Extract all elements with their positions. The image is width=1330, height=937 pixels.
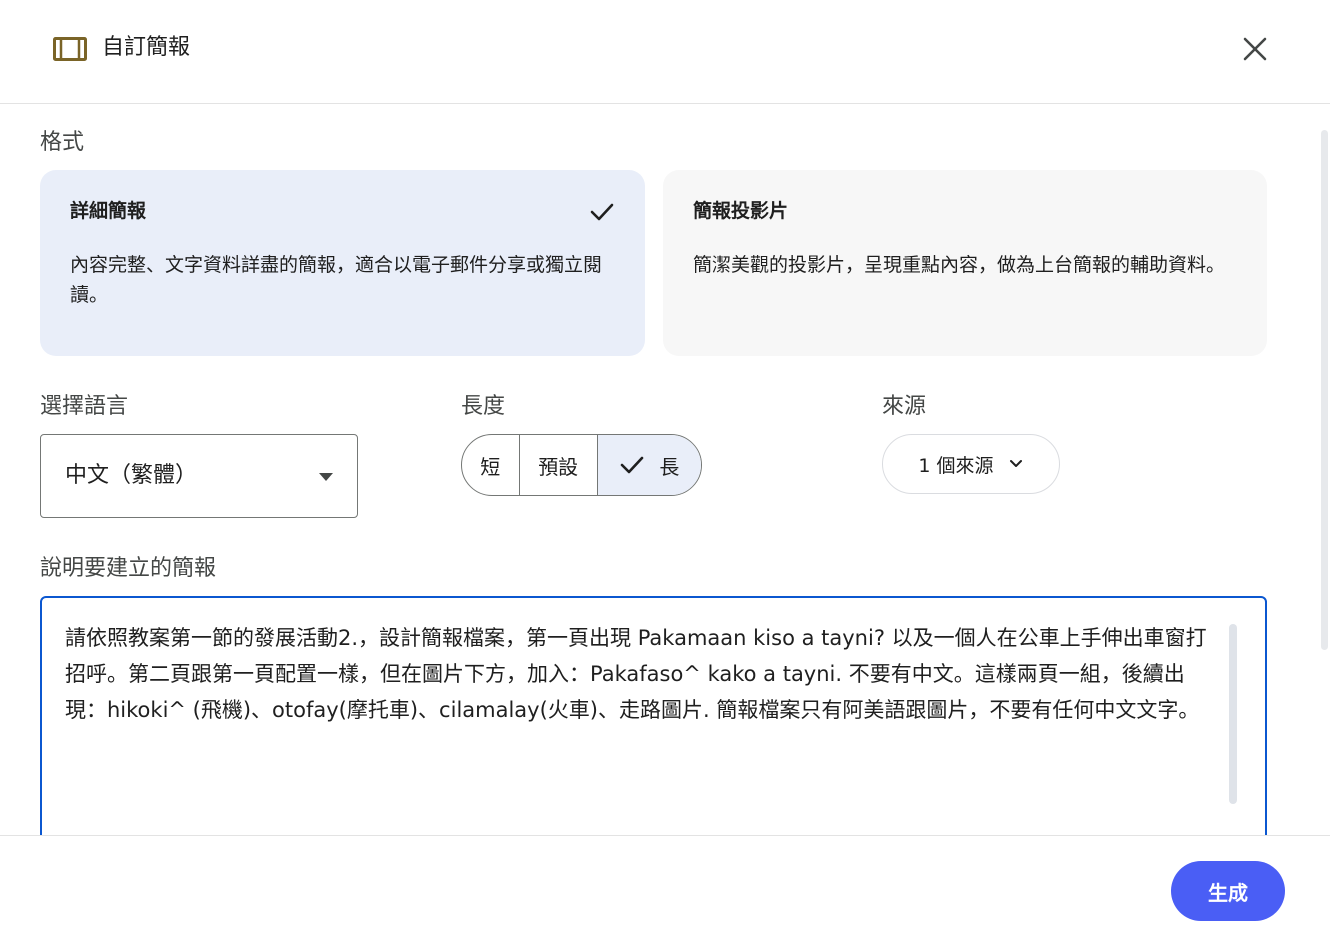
prompt-label: 說明要建立的簡報: [40, 556, 217, 581]
dropdown-arrow-icon: [319, 473, 333, 481]
length-option-label: 短: [480, 454, 501, 479]
dialog-header: 自訂簡報: [0, 0, 1330, 104]
sources-label: 來源: [882, 394, 927, 419]
length-option-label: 長: [659, 454, 680, 479]
sources-dropdown-button[interactable]: 1 個來源: [882, 434, 1060, 494]
length-option-default[interactable]: 預設: [520, 435, 598, 495]
format-card-slides[interactable]: 簡報投影片 簡潔美觀的投影片，呈現重點內容，做為上台簡報的輔助資料。: [663, 170, 1267, 356]
language-value: 中文（繁體）: [65, 463, 198, 488]
length-option-short[interactable]: 短: [462, 435, 520, 495]
format-card-title: 簡報投影片: [693, 200, 789, 222]
format-card-description: 簡潔美觀的投影片，呈現重點內容，做為上台簡報的輔助資料。: [693, 254, 1226, 276]
chevron-down-icon: [1009, 460, 1022, 467]
checkmark-icon: [621, 456, 644, 474]
sources-value: 1 個來源: [918, 454, 994, 477]
dialog-title: 自訂簡報: [102, 35, 191, 60]
format-card-description: 內容完整、文字資料詳盡的簡報，適合以電子郵件分享或獨立閱讀。: [70, 254, 603, 306]
checkmark-icon: [590, 203, 614, 221]
dialog-footer: 生成: [0, 835, 1330, 937]
format-card-detailed[interactable]: 詳細簡報 內容完整、文字資料詳盡的簡報，適合以電子郵件分享或獨立閱讀。: [40, 170, 645, 356]
format-label: 格式: [40, 130, 85, 155]
dialog-body: 格式 詳細簡報 內容完整、文字資料詳盡的簡報，適合以電子郵件分享或獨立閱讀。 簡…: [0, 104, 1330, 835]
length-label: 長度: [461, 394, 506, 419]
length-segmented-control: 短 預設 長: [461, 434, 702, 496]
prompt-text: 請依照教案第一節的發展活動2.，設計簡報檔案，第一頁出現 Pakamaan ki…: [65, 626, 1207, 722]
language-select[interactable]: 中文（繁體）: [40, 434, 358, 518]
dialog-scrollbar-thumb[interactable]: [1321, 130, 1328, 650]
prompt-textarea[interactable]: 請依照教案第一節的發展活動2.，設計簡報檔案，第一頁出現 Pakamaan ki…: [40, 596, 1267, 835]
slideshow-icon: [53, 37, 87, 61]
close-icon: [1243, 37, 1267, 61]
generate-button[interactable]: 生成: [1171, 861, 1285, 921]
prompt-scrollbar-thumb[interactable]: [1229, 624, 1237, 804]
length-option-long[interactable]: 長: [597, 435, 701, 495]
length-option-label: 預設: [538, 454, 579, 479]
format-card-title: 詳細簡報: [70, 200, 147, 222]
language-label: 選擇語言: [40, 394, 129, 419]
close-button[interactable]: [1234, 28, 1276, 70]
